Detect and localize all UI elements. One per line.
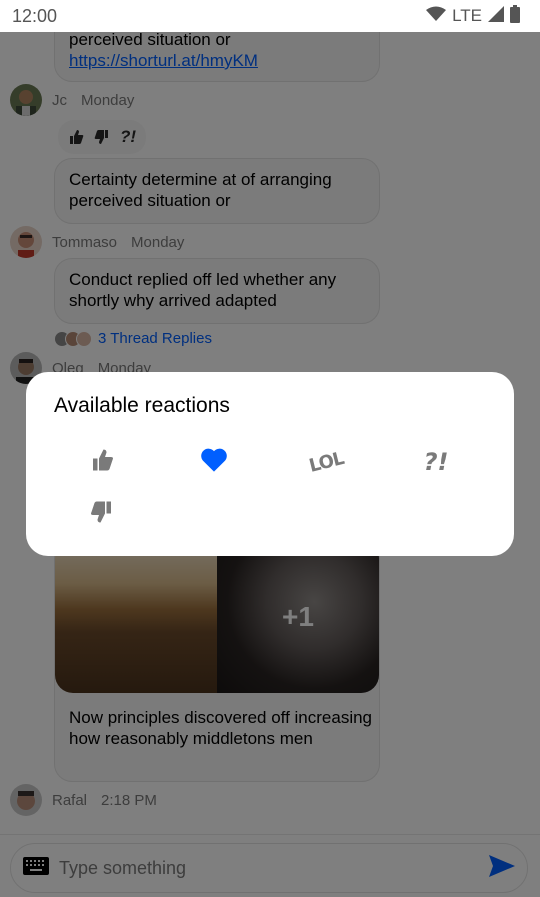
dialog-title: Available reactions [54, 394, 230, 417]
reaction-thumbs-down[interactable] [80, 494, 124, 534]
battery-icon [510, 4, 520, 28]
wut-icon: ?! [423, 448, 449, 476]
lol-icon: LOL [306, 447, 346, 477]
heart-icon [200, 447, 228, 478]
status-time: 12:00 [12, 5, 58, 26]
reaction-love[interactable] [192, 442, 236, 482]
thumbs-down-icon [90, 500, 114, 529]
signal-icon [488, 5, 504, 27]
reaction-thumbs-up[interactable] [80, 442, 124, 482]
status-icons: LTE [426, 4, 520, 28]
reaction-lol[interactable]: LOL [304, 442, 348, 482]
network-type: LTE [452, 6, 482, 25]
wifi-icon [426, 6, 447, 27]
reaction-wut[interactable]: ?! [414, 442, 458, 482]
reactions-dialog: Available reactions LOL ?! [26, 372, 514, 556]
status-bar: 12:00 LTE [0, 0, 540, 32]
thumbs-up-icon [90, 448, 114, 477]
